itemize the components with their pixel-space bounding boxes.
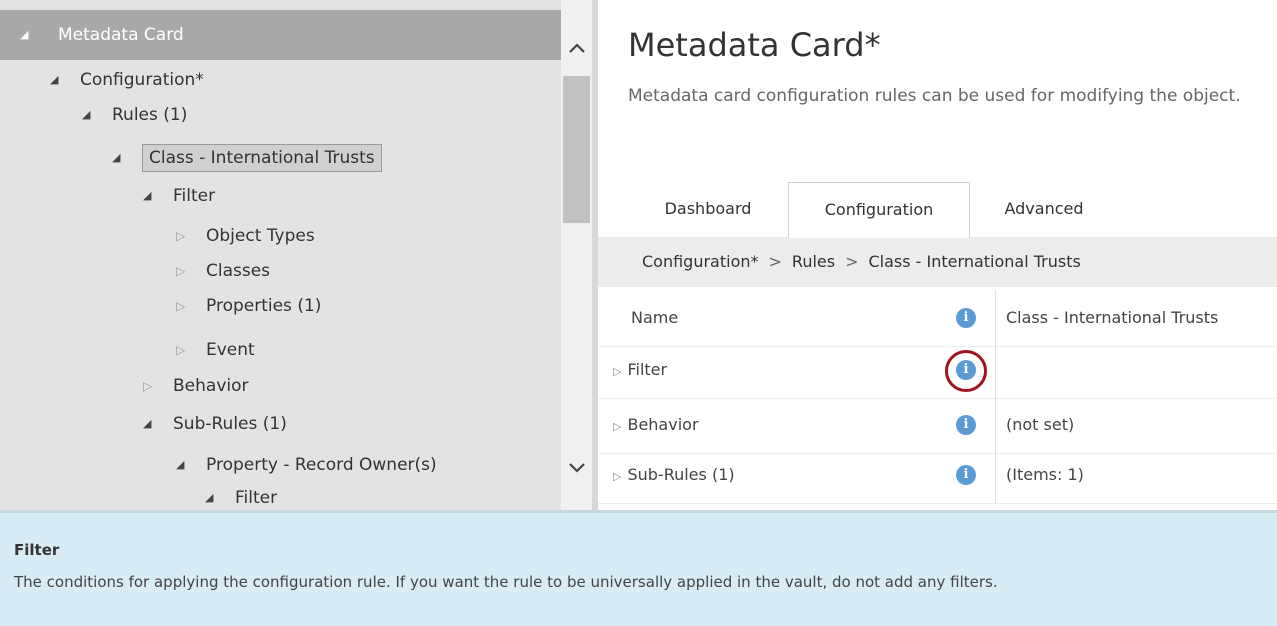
- content-pane: Metadata Card* Metadata card configurati…: [598, 0, 1277, 510]
- property-row-behavior[interactable]: ▷ Behavior i (not set): [598, 397, 1277, 454]
- expand-toggle-icon[interactable]: ▷: [176, 336, 206, 364]
- tree-node-label: Object Types: [206, 226, 315, 246]
- property-row-sub-rules[interactable]: ▷ Sub-Rules (1) i (Items: 1): [598, 447, 1277, 504]
- expand-toggle-icon[interactable]: ◢: [176, 451, 206, 479]
- breadcrumb-separator: >: [768, 252, 782, 271]
- tree-node-classes[interactable]: ▷ Classes: [176, 257, 270, 285]
- column-divider: [995, 290, 996, 346]
- tree-node-property-record-owners[interactable]: ◢ Property - Record Owner(s): [176, 451, 437, 479]
- tree-node-label: Sub-Rules (1): [173, 414, 287, 434]
- property-label-text: Sub-Rules (1): [627, 465, 735, 484]
- property-label: ▷ Sub-Rules (1): [613, 447, 735, 503]
- scrollbar-thumb[interactable]: [563, 76, 590, 223]
- tree-node-label: Classes: [206, 261, 271, 281]
- page-title: Metadata Card*: [628, 26, 881, 64]
- property-label-text: Behavior: [627, 415, 699, 434]
- tab-advanced[interactable]: Advanced: [969, 182, 1119, 236]
- highlight-circle: [945, 350, 987, 392]
- property-value[interactable]: (not set): [1006, 397, 1074, 453]
- breadcrumb-item-configuration[interactable]: Configuration*: [642, 252, 759, 271]
- property-label: ▷ Filter: [613, 342, 667, 398]
- expand-toggle-icon[interactable]: ▷: [176, 292, 206, 320]
- expand-toggle-icon[interactable]: ◢: [205, 484, 235, 510]
- column-divider: [995, 447, 996, 503]
- breadcrumb-separator: >: [845, 252, 859, 271]
- tree-node-label: Rules (1): [112, 105, 188, 125]
- tree-node-label: Event: [206, 340, 255, 360]
- expand-toggle-icon[interactable]: ◢: [82, 101, 112, 129]
- tree-node-label: Metadata Card: [58, 25, 184, 45]
- tree-node-properties[interactable]: ▷ Properties (1): [176, 292, 321, 320]
- expand-toggle-icon[interactable]: ▷: [613, 420, 621, 433]
- page-description: Metadata card configuration rules can be…: [628, 86, 1241, 106]
- property-value[interactable]: (Items: 1): [1006, 447, 1084, 503]
- info-icon[interactable]: i: [956, 308, 976, 328]
- expand-toggle-icon[interactable]: ▷: [143, 372, 173, 400]
- expand-toggle-icon[interactable]: ▷: [176, 257, 206, 285]
- tree-node-behavior[interactable]: ▷ Behavior: [143, 372, 249, 400]
- scroll-up-icon[interactable]: [561, 33, 592, 63]
- expand-toggle-icon[interactable]: ◢: [50, 66, 80, 94]
- expand-toggle-icon[interactable]: ◢: [143, 410, 173, 438]
- info-icon[interactable]: i: [956, 415, 976, 435]
- tree-scrollbar[interactable]: [561, 0, 592, 510]
- tree-node-metadata-card[interactable]: ◢ Metadata Card: [0, 10, 561, 60]
- tree-node-label: Class - International Trusts: [142, 144, 382, 172]
- expand-toggle-icon[interactable]: ▷: [613, 365, 621, 378]
- navigation-tree: ◢ Metadata Card ◢ Configuration* ◢ Rules (1…: [0, 0, 561, 510]
- help-text: The conditions for applying the configur…: [14, 573, 998, 591]
- tab-configuration[interactable]: Configuration: [788, 182, 970, 238]
- property-value[interactable]: Class - International Trusts: [1006, 290, 1218, 346]
- tab-dashboard[interactable]: Dashboard: [628, 182, 788, 236]
- column-divider: [995, 342, 996, 398]
- tree-node-label: Property - Record Owner(s): [206, 455, 437, 475]
- tree-node-label: Properties (1): [206, 296, 322, 316]
- help-panel: Filter The conditions for applying the c…: [0, 510, 1277, 626]
- column-divider: [995, 397, 996, 453]
- property-label: Name: [631, 308, 679, 327]
- info-icon[interactable]: i: [956, 465, 976, 485]
- property-label: ▷ Behavior: [613, 397, 699, 453]
- tree-node-event[interactable]: ▷ Event: [176, 336, 255, 364]
- property-label-text: Filter: [627, 360, 668, 379]
- tree-node-label: Filter: [235, 488, 278, 508]
- breadcrumb-item-class[interactable]: Class - International Trusts: [869, 252, 1081, 271]
- breadcrumb: Configuration* > Rules > Class - Internation…: [598, 237, 1277, 287]
- expand-toggle-icon[interactable]: ▷: [613, 470, 621, 483]
- property-row-name[interactable]: Name i Class - International Trusts: [598, 290, 1277, 347]
- tree-node-label: Behavior: [173, 376, 249, 396]
- expand-toggle-icon[interactable]: ◢: [112, 144, 142, 172]
- tree-node-sub-filter[interactable]: ◢ Filter: [205, 484, 277, 510]
- tree-node-rules[interactable]: ◢ Rules (1): [82, 101, 187, 129]
- tree-node-object-types[interactable]: ▷ Object Types: [176, 222, 315, 250]
- property-row-filter[interactable]: ▷ Filter i: [598, 342, 1277, 399]
- tree-node-class-international-trusts[interactable]: ◢ Class - International Trusts: [112, 144, 382, 172]
- expand-toggle-icon[interactable]: ◢: [143, 182, 173, 210]
- help-title: Filter: [14, 541, 60, 559]
- tree-node-label: Configuration*: [80, 70, 204, 90]
- tab-bar: Dashboard Configuration Advanced: [598, 182, 1277, 238]
- expand-toggle-icon[interactable]: ▷: [176, 222, 206, 250]
- scroll-down-icon[interactable]: [561, 453, 592, 483]
- tree-node-label: Filter: [173, 186, 216, 206]
- tree-node-configuration[interactable]: ◢ Configuration*: [50, 66, 204, 94]
- tree-node-filter[interactable]: ◢ Filter: [143, 182, 215, 210]
- tree-node-sub-rules[interactable]: ◢ Sub-Rules (1): [143, 410, 287, 438]
- breadcrumb-item-rules[interactable]: Rules: [792, 252, 835, 271]
- expand-toggle-icon[interactable]: ◢: [0, 10, 58, 60]
